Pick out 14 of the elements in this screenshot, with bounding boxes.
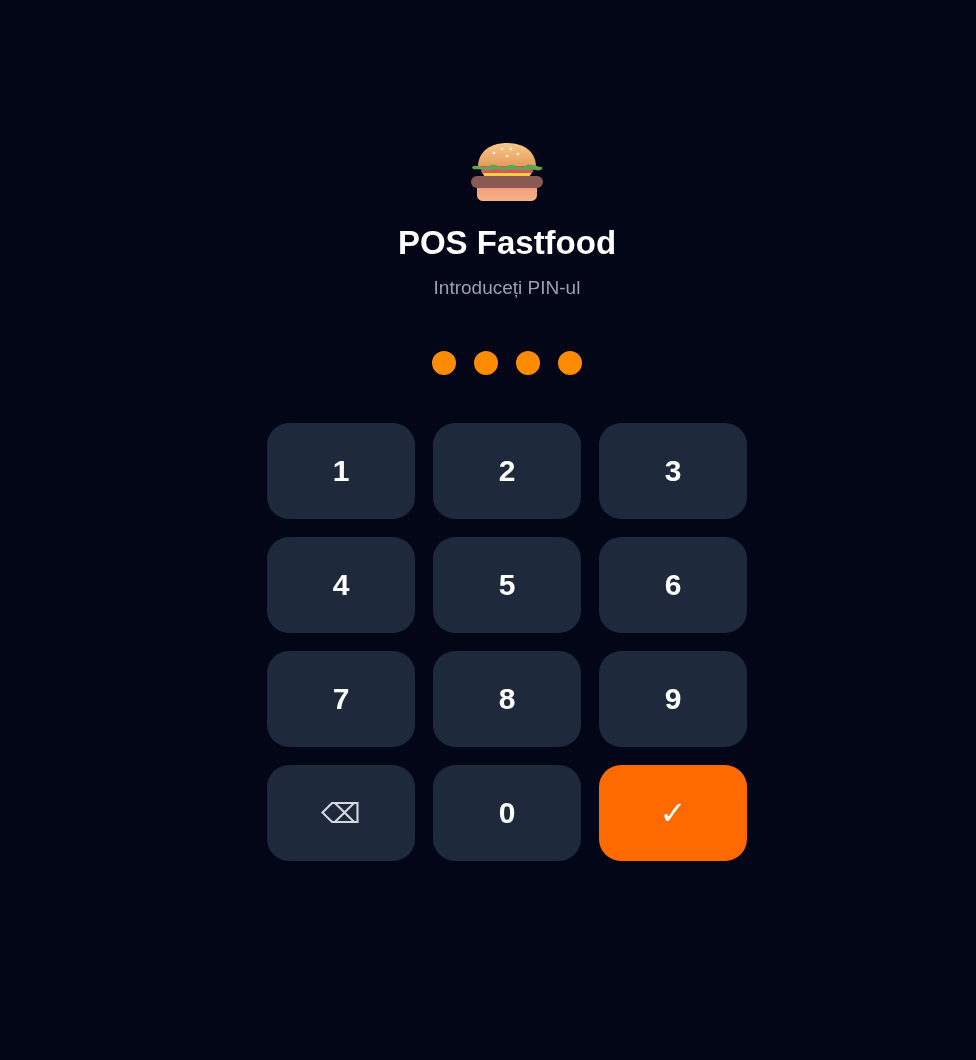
digit-key[interactable]: 6 (599, 537, 747, 633)
digit-key[interactable]: 2 (433, 423, 581, 519)
digit-key[interactable]: 5 (433, 537, 581, 633)
backspace-key[interactable]: ⌫ (267, 765, 415, 861)
app-title: POS Fastfood (397, 223, 617, 263)
digit-key[interactable]: 3 (599, 423, 747, 519)
digit-key[interactable]: 1 (267, 423, 415, 519)
digit-key[interactable]: 0 (433, 765, 581, 861)
digit-key[interactable]: 8 (433, 651, 581, 747)
burger-icon (471, 143, 543, 201)
digit-key[interactable]: 7 (267, 651, 415, 747)
digit-key[interactable]: 9 (599, 651, 747, 747)
pin-prompt: Introduceți PIN-ul (433, 276, 581, 300)
digit-key[interactable]: 4 (267, 537, 415, 633)
